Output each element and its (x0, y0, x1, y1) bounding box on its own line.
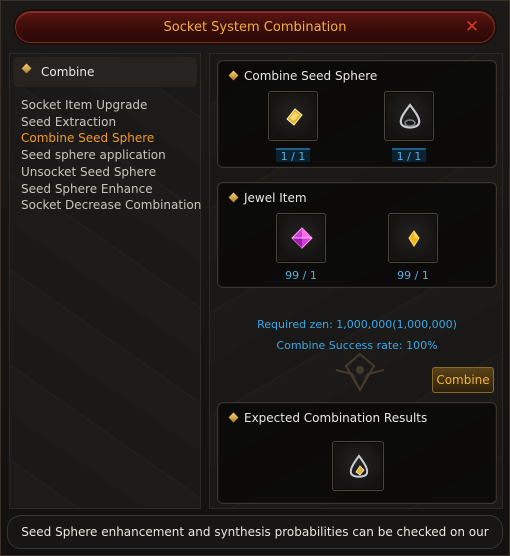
sidebar: Combine Socket Item Upgrade Seed Extract… (9, 53, 201, 509)
required-zen-text: Required zen: 1,000,000(1,000,000) (257, 318, 457, 331)
combination-panel: Combine Seed Sphere 1 / 1 1 / 1 Jewel It… (209, 53, 503, 509)
jewel-item-box: Jewel Item 99 / 1 99 / 1 (217, 182, 497, 288)
diamond-bullet-icon (228, 412, 239, 423)
seed-sphere-box: Combine Seed Sphere 1 / 1 1 / 1 (217, 60, 497, 168)
item-slot-jewel-gold[interactable] (388, 213, 438, 263)
sidebar-item-combine-seed-sphere[interactable]: Combine Seed Sphere (21, 130, 201, 147)
item-slot-result[interactable] (332, 441, 384, 491)
item-slot-seed[interactable] (268, 91, 318, 141)
jewel-pink-icon (291, 227, 313, 249)
combine-button[interactable]: Combine (432, 367, 494, 393)
item-slot-jewel-pink[interactable] (276, 213, 326, 263)
sidebar-item-socket-item-upgrade[interactable]: Socket Item Upgrade (21, 97, 201, 114)
close-icon[interactable]: ✕ (462, 17, 482, 37)
window-title: Socket System Combination (163, 20, 347, 35)
jewel-box-title: Jewel Item (244, 191, 307, 205)
results-box: Expected Combination Results (217, 402, 497, 504)
sidebar-item-seed-sphere-enhance[interactable]: Seed Sphere Enhance (21, 181, 201, 198)
sidebar-item-seed-extraction[interactable]: Seed Extraction (21, 114, 201, 131)
sidebar-header-label: Combine (41, 65, 95, 79)
item-count-jewel-gold: 99 / 1 (397, 269, 429, 282)
results-box-title: Expected Combination Results (244, 411, 428, 425)
sidebar-item-seed-sphere-application[interactable]: Seed sphere application (21, 147, 201, 164)
title-bar[interactable]: Socket System Combination ✕ (15, 11, 495, 43)
seed-sphere-result-icon (349, 454, 369, 478)
sidebar-header: Combine (13, 57, 197, 87)
item-count-sphere: 1 / 1 (392, 148, 426, 163)
item-count-seed: 1 / 1 (276, 148, 310, 163)
item-slot-sphere[interactable] (384, 91, 434, 141)
item-count-jewel-pink: 99 / 1 (285, 269, 317, 282)
sidebar-menu: Socket Item Upgrade Seed Extraction Comb… (21, 97, 201, 214)
diamond-bullet-icon (228, 70, 239, 81)
seed-gem-icon (286, 108, 303, 126)
diamond-bullet-icon (21, 63, 32, 74)
diamond-bullet-icon (228, 192, 239, 203)
sphere-ring-icon (399, 103, 421, 129)
notice-bar: Seed Sphere enhancement and synthesis pr… (7, 515, 503, 549)
sidebar-item-socket-decrease-combination[interactable]: Socket Decrease Combination (21, 197, 201, 214)
socket-system-window: Socket System Combination ✕ Combine Sock… (0, 0, 510, 556)
sidebar-item-unsocket-seed-sphere[interactable]: Unsocket Seed Sphere (21, 164, 201, 181)
jewel-gold-icon (408, 230, 420, 247)
emblem-icon (335, 352, 385, 393)
seed-sphere-box-title: Combine Seed Sphere (244, 69, 378, 83)
